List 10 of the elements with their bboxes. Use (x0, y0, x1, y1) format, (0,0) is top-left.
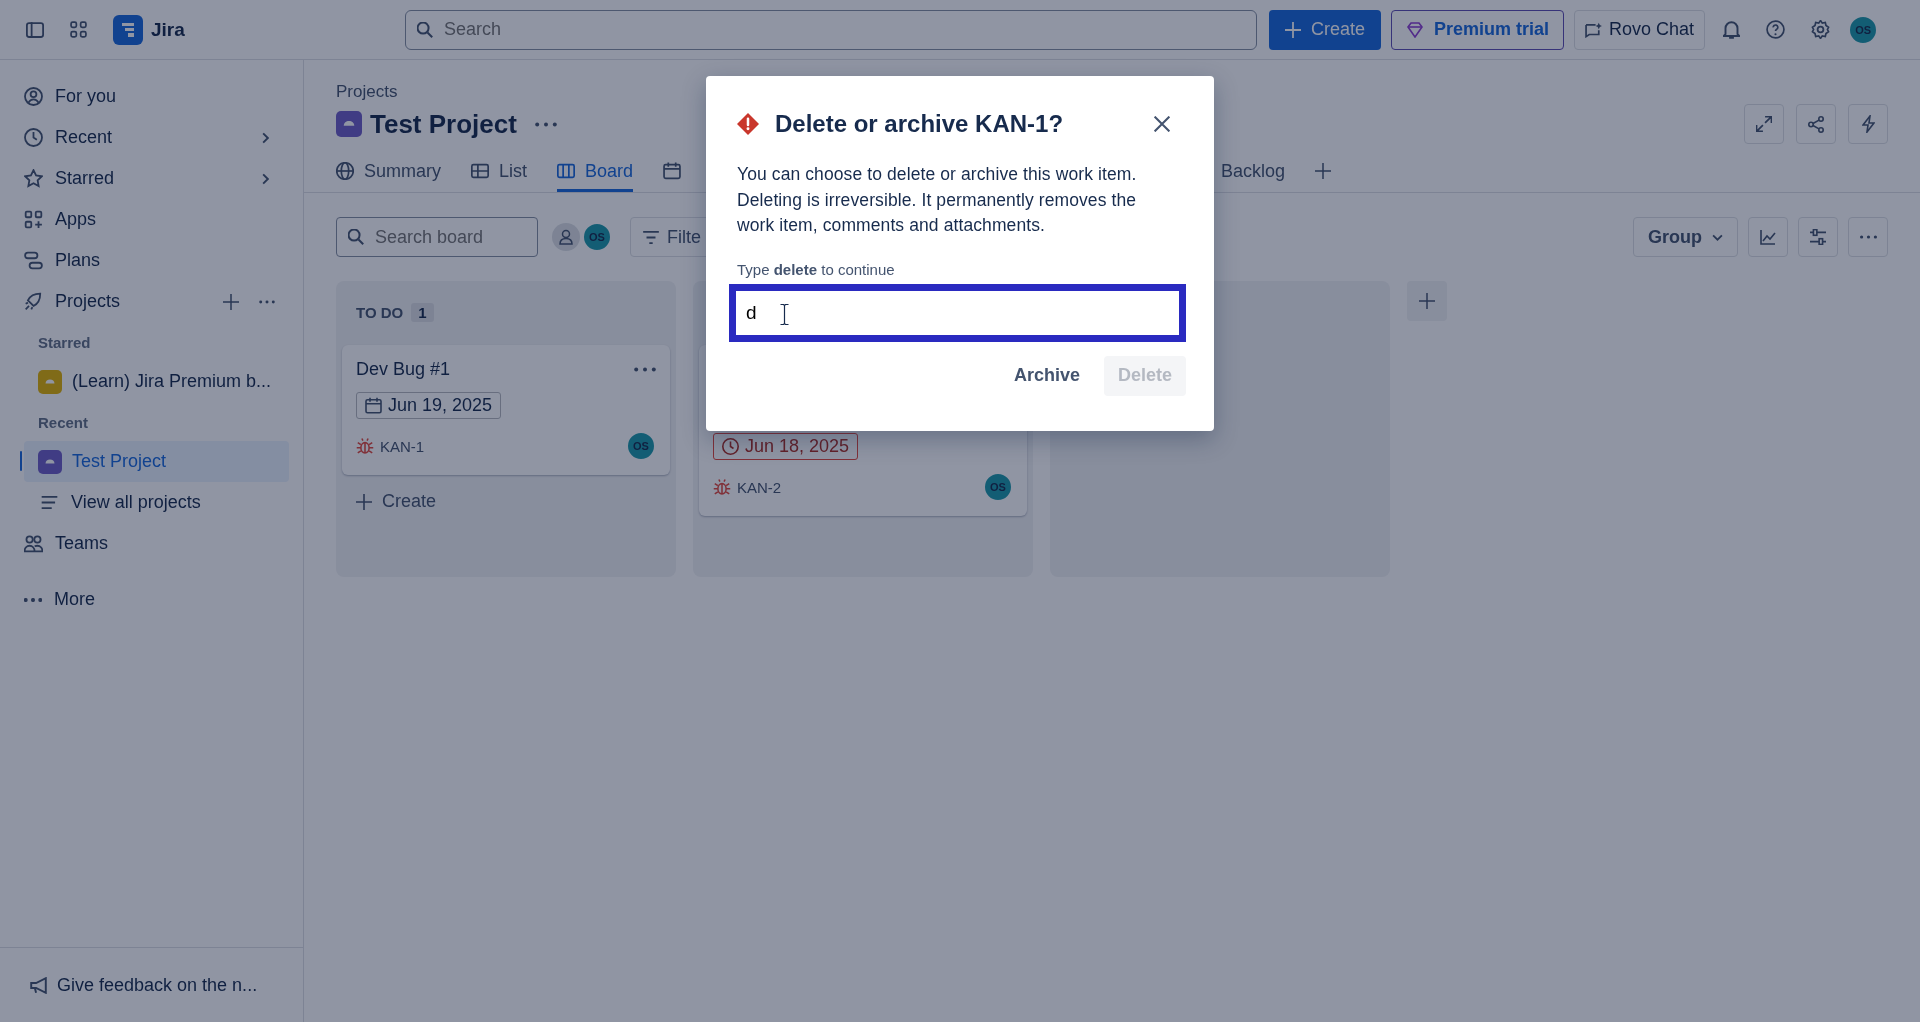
issue-count: 1 (411, 302, 434, 322)
due-date-lozenge: Jun 18, 2025 (713, 433, 859, 460)
sidebar-section-label: Starred (37, 333, 92, 353)
column-title: TO DO (356, 303, 404, 321)
field-label: Type delete to continue (737, 260, 896, 278)
sidebar-section-label: Recent (37, 413, 90, 433)
project-title: Test Project (370, 108, 517, 140)
issue-title: Dev Bug #1 (356, 359, 451, 380)
due-date-lozenge: Jun 19, 2025 (356, 392, 502, 419)
dialog-title: Delete or archive KAN-1? (775, 110, 1065, 138)
